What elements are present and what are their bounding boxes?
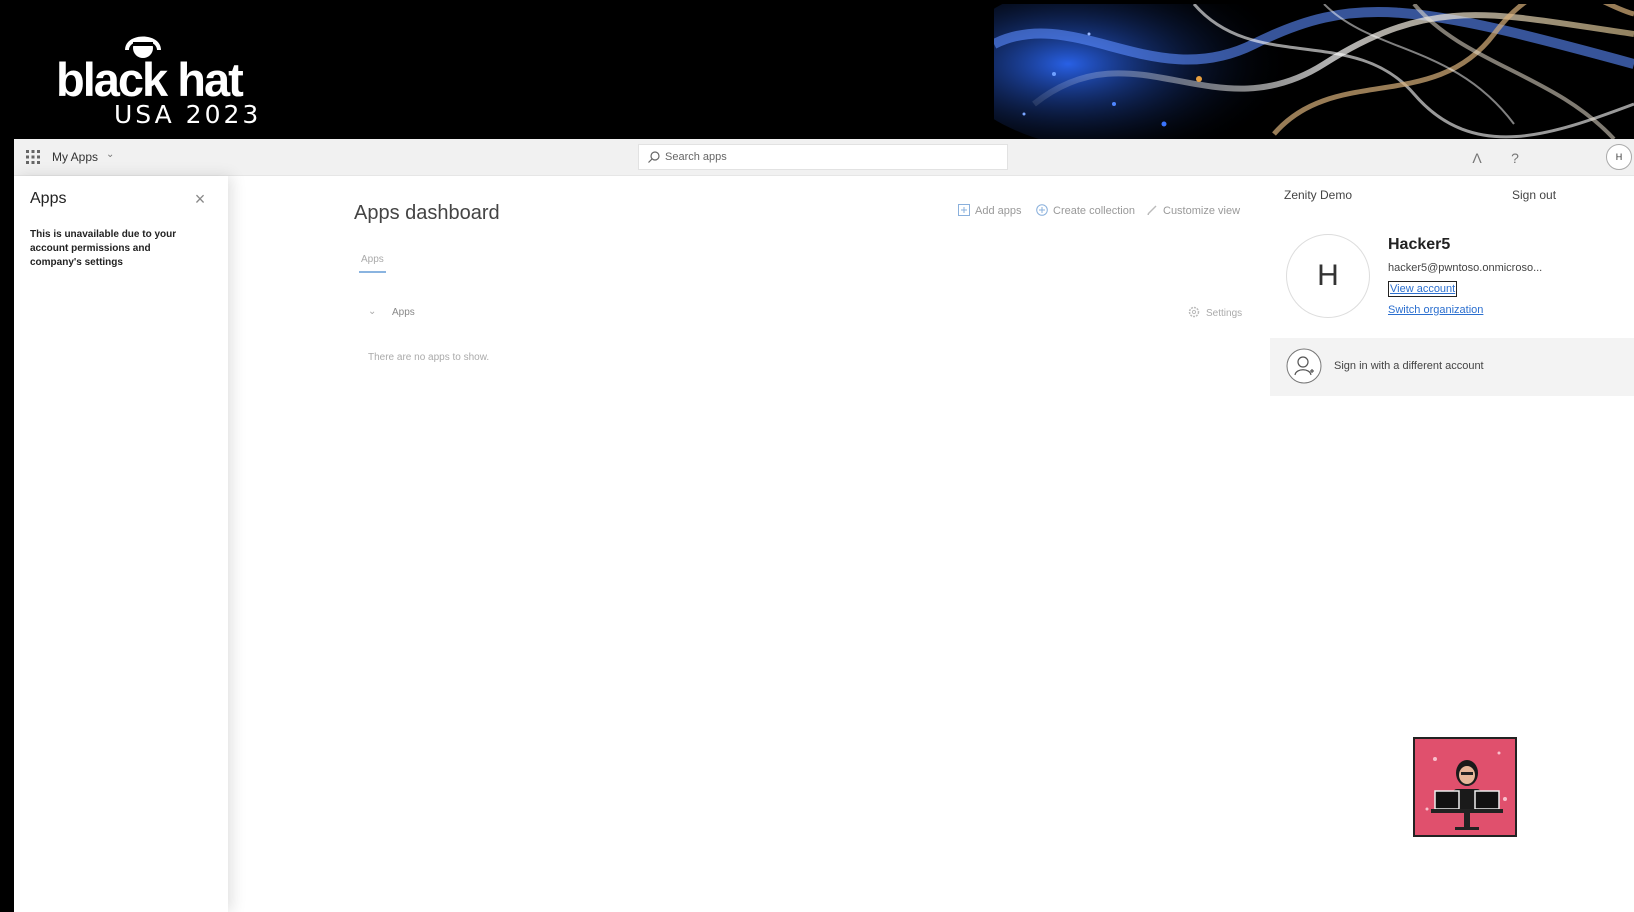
customize-view-button[interactable]: Customize view bbox=[1146, 204, 1240, 217]
create-collection-button[interactable]: Create collection bbox=[1036, 204, 1135, 217]
abstract-smoke-art bbox=[994, 4, 1634, 139]
gear-icon bbox=[1188, 306, 1200, 318]
account-flyout: Zenity Demo Sign out H Hacker5 hacker5@p… bbox=[1270, 176, 1634, 406]
organization-icon[interactable]: Λ bbox=[1466, 147, 1488, 169]
person-add-icon bbox=[1286, 348, 1322, 384]
organization-name: Zenity Demo bbox=[1284, 188, 1353, 202]
chevron-down-icon[interactable]: ⌄ bbox=[368, 306, 376, 317]
user-email: hacker5@pwntoso.onmicroso... bbox=[1388, 262, 1543, 274]
app-switcher-label[interactable]: My Apps bbox=[52, 150, 98, 164]
sign-in-different-account-button[interactable]: Sign in with a different account bbox=[1270, 338, 1634, 396]
plus-circle-icon bbox=[1036, 204, 1048, 216]
search-box[interactable] bbox=[638, 144, 1008, 170]
different-account-label: Sign in with a different account bbox=[1334, 360, 1484, 372]
avatar[interactable]: H bbox=[1606, 144, 1632, 170]
chevron-down-icon[interactable]: ⌄ bbox=[106, 149, 114, 160]
switch-organization-link[interactable]: Switch organization bbox=[1388, 304, 1483, 316]
tab-underline bbox=[359, 271, 386, 273]
add-icon bbox=[958, 204, 970, 216]
sign-out-link[interactable]: Sign out bbox=[1512, 188, 1556, 202]
add-apps-button[interactable]: Add apps bbox=[958, 204, 1021, 217]
apps-side-panel: Apps × This is unavailable due to your a… bbox=[14, 176, 228, 912]
customize-view-label: Customize view bbox=[1163, 205, 1241, 217]
close-icon[interactable]: × bbox=[190, 189, 210, 209]
blackhat-logo: black hat USA 2023 bbox=[42, 22, 302, 132]
waffle-menu-icon[interactable] bbox=[26, 150, 40, 164]
presenter-avatar bbox=[1413, 737, 1517, 837]
apps-group-header[interactable]: Apps bbox=[392, 307, 415, 318]
top-bar: My Apps ⌄ Λ ? H bbox=[14, 139, 1634, 176]
tab-apps[interactable]: Apps bbox=[361, 254, 384, 265]
help-icon[interactable]: ? bbox=[1504, 147, 1526, 169]
presenter-illustration bbox=[1415, 739, 1515, 835]
permission-message: This is unavailable due to your account … bbox=[30, 229, 177, 268]
empty-state-message: There are no apps to show. bbox=[368, 352, 490, 363]
edit-icon bbox=[1147, 205, 1157, 215]
apps-dashboard: Apps dashboard Add apps Create collectio… bbox=[228, 176, 1268, 912]
event-banner: black hat USA 2023 bbox=[14, 4, 1634, 139]
search-input[interactable] bbox=[665, 148, 995, 166]
user-name: Hacker5 bbox=[1388, 236, 1451, 253]
create-collection-label: Create collection bbox=[1053, 205, 1135, 217]
panel-title: Apps bbox=[30, 190, 67, 207]
account-avatar: H bbox=[1286, 234, 1370, 318]
search-icon bbox=[648, 151, 660, 163]
my-apps-window: My Apps ⌄ Λ ? H Apps × This is unavailab… bbox=[14, 139, 1634, 912]
view-account-link[interactable]: View account bbox=[1388, 281, 1458, 297]
settings-label: Settings bbox=[1206, 308, 1243, 319]
logo-event: USA 2023 bbox=[114, 100, 262, 129]
settings-button[interactable]: Settings bbox=[1188, 306, 1242, 319]
add-apps-label: Add apps bbox=[975, 205, 1022, 217]
page-title: Apps dashboard bbox=[354, 202, 500, 224]
logo-brand: black hat bbox=[56, 53, 244, 106]
